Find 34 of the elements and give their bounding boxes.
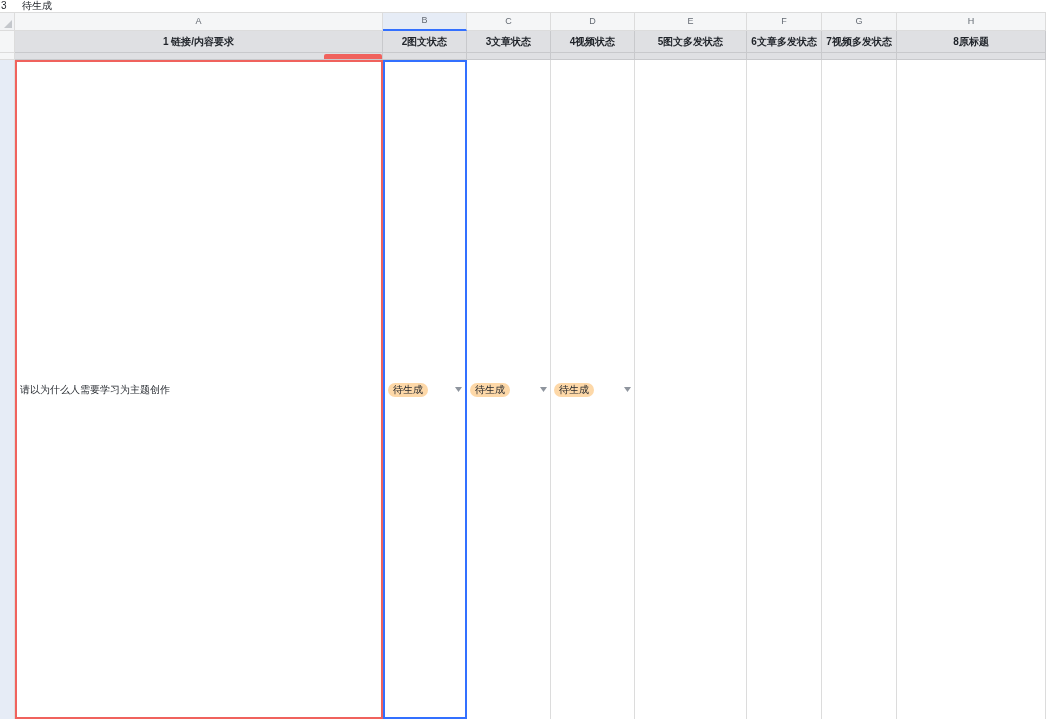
cell-text: 请以为什么人需要学习为主题创作 bbox=[19, 383, 171, 397]
table-cell[interactable]: 待生成 bbox=[383, 60, 467, 719]
row-header[interactable] bbox=[0, 60, 15, 719]
table-cell[interactable]: 待生成 bbox=[467, 60, 551, 719]
status-tag: 待生成 bbox=[554, 382, 594, 397]
table-cell[interactable]: 请以为什么人需要学习为主题创作 bbox=[15, 60, 383, 719]
column-letter[interactable]: C bbox=[467, 13, 551, 31]
column-header: 1 链接/内容要求 bbox=[15, 31, 383, 53]
formula-value: 待生成 bbox=[22, 0, 52, 12]
column-letter[interactable]: D bbox=[551, 13, 635, 31]
column-header: 5图文多发状态 bbox=[635, 31, 747, 53]
column-header: 3文章状态 bbox=[467, 31, 551, 53]
table-cell[interactable]: 待生成 bbox=[551, 60, 635, 719]
column-header: 6文章多发状态 bbox=[747, 31, 822, 53]
corner-triangle-icon bbox=[4, 20, 12, 28]
row-header[interactable] bbox=[0, 31, 15, 53]
column-header: 2图文状态 bbox=[383, 31, 467, 53]
column-letter[interactable]: F bbox=[747, 13, 822, 31]
status-tag: 待生成 bbox=[470, 382, 510, 397]
column-header: 4视频状态 bbox=[551, 31, 635, 53]
column-letter[interactable]: B bbox=[383, 13, 467, 31]
column-letter[interactable]: G bbox=[822, 13, 897, 31]
status-tag: 待生成 bbox=[388, 382, 428, 397]
column-letter[interactable]: E bbox=[635, 13, 747, 31]
dropdown-caret-icon[interactable] bbox=[624, 387, 631, 392]
dropdown-caret-icon[interactable] bbox=[455, 387, 462, 392]
cell-reference: 3 bbox=[0, 0, 8, 12]
column-letter[interactable]: H bbox=[897, 13, 1046, 31]
column-letter[interactable]: A bbox=[15, 13, 383, 31]
column-header: 7视频多发状态 bbox=[822, 31, 897, 53]
row-header[interactable] bbox=[0, 53, 15, 60]
column-header: 8原标题 bbox=[897, 31, 1046, 53]
select-all-corner[interactable] bbox=[0, 13, 15, 31]
dropdown-caret-icon[interactable] bbox=[540, 387, 547, 392]
